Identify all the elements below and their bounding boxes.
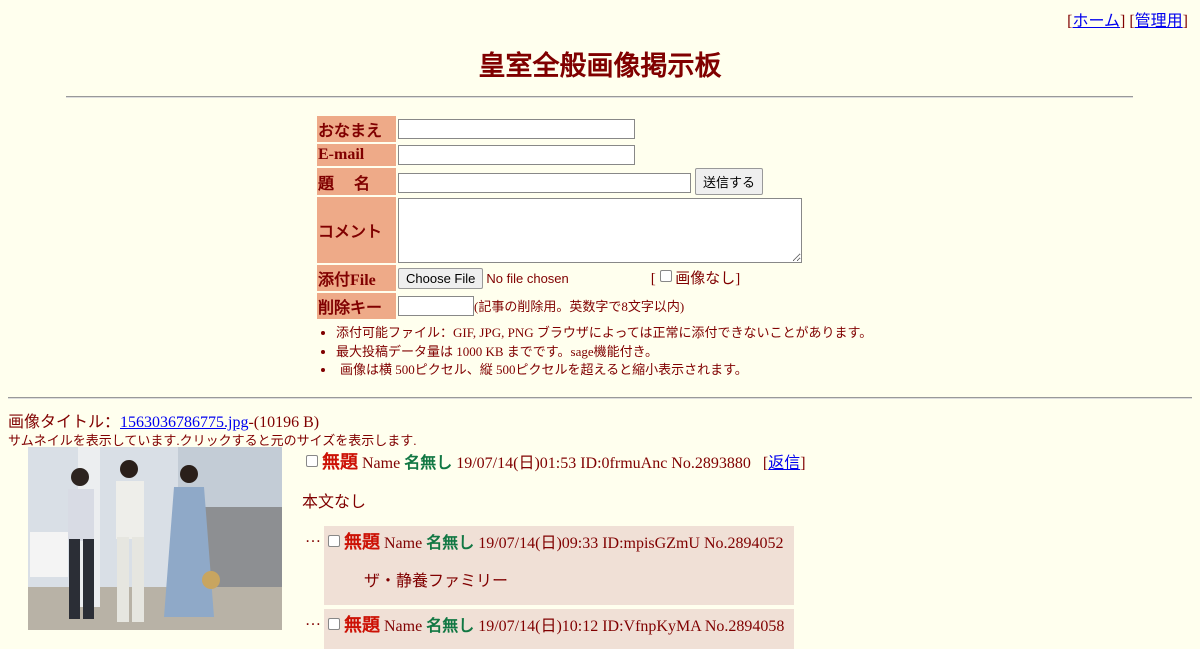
poster-name: 名無し — [426, 535, 475, 552]
no-image-option: [ 画像なし] — [650, 270, 741, 287]
reply-checkbox[interactable] — [328, 535, 340, 547]
delkey-label: 削除キー — [317, 293, 396, 319]
no-image-label: 画像なし — [675, 271, 736, 287]
poster-name: 名無し — [426, 618, 475, 635]
posting-rules: 添付可能ファイル：GIF, JPG, PNG ブラウザによっては正常に添付できな… — [317, 324, 872, 380]
email-field[interactable] — [398, 145, 635, 165]
image-title: 画像タイトル：1563036786775.jpg-(10196 B) — [8, 408, 319, 432]
rule-item: 画像は横 500ピクセル、縦 500ピクセルを超えると縮小表示されます。 — [336, 361, 872, 380]
post-subject: 無題 — [344, 532, 380, 552]
comment-field[interactable] — [398, 197, 802, 263]
divider — [8, 397, 1192, 399]
image-size: -(10196 B) — [248, 414, 320, 431]
reply-checkbox[interactable] — [328, 618, 340, 630]
post-subject: 無題 — [322, 452, 358, 472]
poster-name: 名無し — [404, 455, 453, 472]
reply-indent: … — [305, 529, 321, 546]
name-label: Name — [362, 455, 401, 472]
name-label: おなまえ — [317, 116, 396, 142]
reply-header: 無題 Name 名無し 19/07/14(日)10:12 ID:VfnpKyMA… — [328, 611, 784, 637]
delete-key-field[interactable] — [398, 296, 474, 317]
name-label: Name — [384, 535, 423, 552]
subject-label: 題 名 — [317, 168, 396, 195]
rule-item: 最大投稿データ量は 1000 KB までです。sage機能付き。 — [336, 343, 872, 362]
email-label: E-mail — [317, 144, 396, 166]
post-meta: 19/07/14(日)01:53 ID:0frmuAnc No.2893880 — [456, 455, 751, 472]
post-form: おなまえ E-mail 題 名 送信する コメント 添付File Choose … — [317, 114, 872, 380]
admin-link[interactable]: 管理用 — [1135, 13, 1183, 30]
rule-item: 添付可能ファイル：GIF, JPG, PNG ブラウザによっては正常に添付できな… — [336, 324, 872, 343]
reply-header: 無題 Name 名無し 19/07/14(日)09:33 ID:mpisGZmU… — [328, 528, 784, 554]
file-status: No file chosen — [486, 271, 569, 286]
post-body: 本文なし — [302, 494, 367, 511]
image-file-link[interactable]: 1563036786775.jpg — [120, 414, 248, 431]
post-meta: 19/07/14(日)09:33 ID:mpisGZmU No.2894052 — [478, 535, 784, 552]
board-title: 皇室全般画像掲示板 — [478, 51, 722, 81]
no-image-checkbox[interactable] — [659, 270, 672, 282]
reply-indent: … — [305, 612, 321, 629]
post-subject: 無題 — [344, 615, 380, 635]
file-label: 添付File — [317, 265, 396, 291]
reply-post: 無題 Name 名無し 19/07/14(日)09:33 ID:mpisGZmU… — [324, 526, 794, 605]
op-checkbox[interactable] — [306, 455, 318, 467]
name-field[interactable] — [398, 119, 635, 139]
delkey-hint: (記事の削除用。英数字で8文字以内) — [474, 298, 685, 314]
divider — [66, 96, 1133, 98]
op-header: 無題 Name 名無し 19/07/14(日)01:53 ID:0frmuAnc… — [306, 448, 806, 474]
thread-thumbnail[interactable] — [28, 447, 282, 630]
name-label: Name — [384, 618, 423, 635]
subject-field[interactable] — [398, 172, 691, 193]
reply-link[interactable]: 返信 — [768, 455, 800, 472]
home-link[interactable]: ホーム — [1072, 13, 1120, 30]
choose-file-button[interactable]: Choose File — [398, 268, 484, 289]
image-title-label: 画像タイトル： — [8, 414, 121, 431]
post-meta: 19/07/14(日)10:12 ID:VfnpKyMA No.2894058 — [478, 618, 785, 635]
comment-label: コメント — [317, 197, 396, 263]
reply-post: 無題 Name 名無し 19/07/14(日)10:12 ID:VfnpKyMA… — [324, 609, 794, 649]
top-nav: [ホーム] [管理用] — [1067, 13, 1188, 30]
reply-body: ザ・静養ファミリー — [364, 573, 509, 590]
submit-button[interactable]: 送信する — [695, 168, 764, 195]
